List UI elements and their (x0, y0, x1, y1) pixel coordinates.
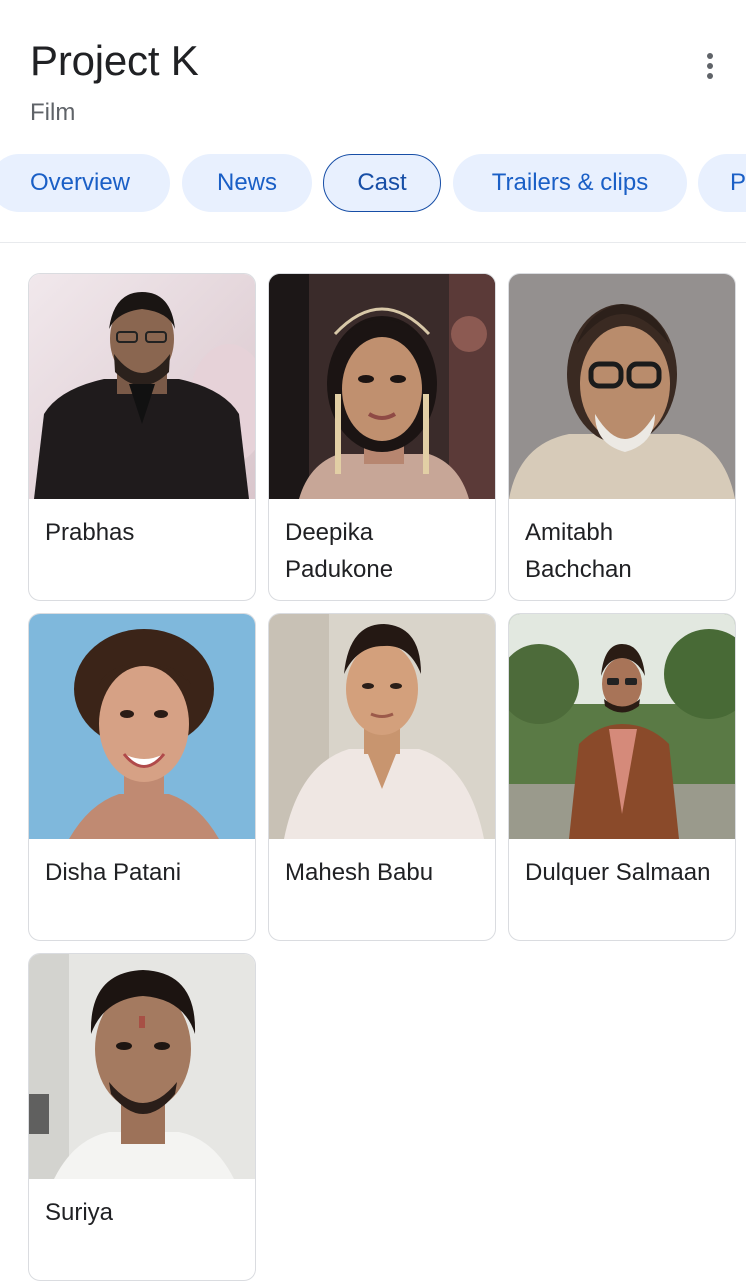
cast-name: Suriya (45, 1199, 114, 1226)
divider (0, 242, 746, 243)
cast-photo (269, 274, 495, 499)
cast-card-dulquer-salmaan[interactable]: Dulquer Salmaan (508, 613, 736, 941)
tab-news[interactable]: News (182, 154, 312, 212)
cast-card-amitabh-bachchan[interactable]: Amitabh Bachchan (508, 273, 736, 601)
tab-overview[interactable]: Overview (0, 154, 170, 212)
tab-p[interactable]: P (698, 154, 746, 212)
tab-cast[interactable]: Cast (323, 154, 441, 212)
more-vert-icon (707, 53, 713, 79)
person-photo-icon (509, 274, 735, 499)
cast-photo (29, 954, 255, 1179)
cast-photo (29, 274, 255, 499)
cast-photo (509, 614, 735, 839)
cast-name: Mahesh Babu (285, 859, 434, 886)
person-photo-icon (29, 274, 255, 499)
page-subtitle: Film (30, 99, 76, 126)
person-photo-icon (29, 614, 255, 839)
cast-name: Prabhas (45, 519, 135, 546)
tab-trailers-clips[interactable]: Trailers & clips (453, 154, 687, 212)
cast-card-disha-patani[interactable]: Disha Patani (28, 613, 256, 941)
cast-name: Deepika Padukone (285, 519, 394, 583)
page-title: Project K (30, 37, 199, 84)
tab-bar: Overview News Cast Trailers & clips P (0, 154, 746, 214)
cast-card-deepika-padukone[interactable]: Deepika Padukone (268, 273, 496, 601)
cast-name: Amitabh Bachchan (525, 519, 632, 583)
person-photo-icon (269, 274, 495, 499)
cast-name: Dulquer Salmaan (525, 859, 711, 886)
person-photo-icon (509, 614, 735, 839)
person-photo-icon (269, 614, 495, 839)
header: Project K Film (0, 0, 746, 150)
cast-card-prabhas[interactable]: Prabhas (28, 273, 256, 601)
cast-name: Disha Patani (45, 859, 182, 886)
cast-photo (509, 274, 735, 499)
cast-photo (269, 614, 495, 839)
cast-card-suriya[interactable]: Suriya (28, 953, 256, 1281)
cast-photo (29, 614, 255, 839)
person-photo-icon (29, 954, 255, 1179)
cast-card-mahesh-babu[interactable]: Mahesh Babu (268, 613, 496, 941)
more-options-button[interactable] (690, 46, 730, 86)
